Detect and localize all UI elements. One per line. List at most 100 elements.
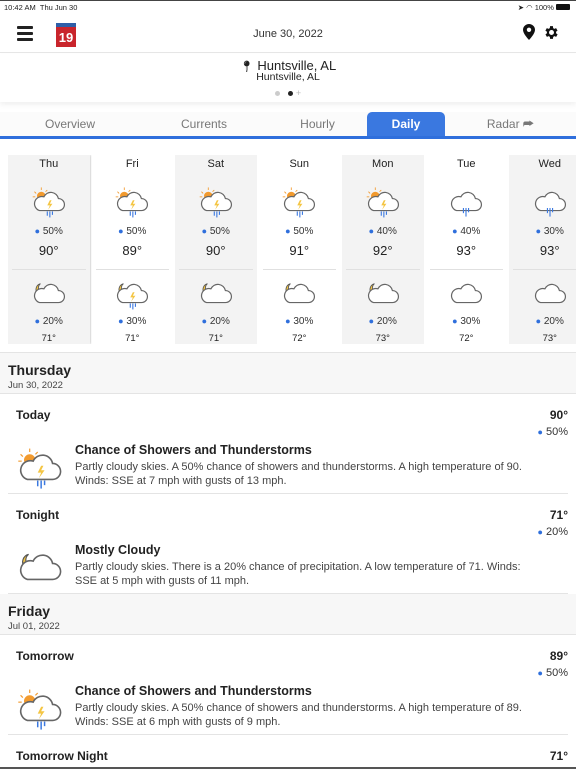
day-precip-value: 30% <box>543 226 564 237</box>
day-column-wed[interactable]: Wed ● 30% 93° ● 20% 73° <box>509 155 576 344</box>
low-temp: 73° <box>375 333 390 344</box>
divider <box>95 269 169 270</box>
cloud-icon <box>534 283 566 304</box>
raindrop-icon: ● <box>537 668 543 678</box>
day-precip-value: 40% <box>460 226 481 237</box>
period-description: Partly cloudy skies. A 50% chance of sho… <box>75 461 522 487</box>
night-precip-value: 20% <box>42 316 63 327</box>
sun-cloud-storm-icon <box>32 187 65 218</box>
location-pin-icon[interactable] <box>523 24 535 40</box>
location-pin-small-icon: 📍︎ <box>239 61 254 73</box>
day-precip-value: 50% <box>293 226 314 237</box>
period-headline: Chance of Showers and Thunderstorms <box>75 684 312 698</box>
day-title: Friday <box>8 603 51 619</box>
period-precip: ● 20% <box>537 526 568 538</box>
divider <box>262 269 336 270</box>
period-name: Today <box>16 408 51 422</box>
tab-overview[interactable]: Overview <box>0 112 140 136</box>
period-row[interactable]: Today 90° ● 50% Chance of Showers and Th… <box>8 394 568 494</box>
moon-cloud-icon <box>200 283 232 304</box>
day-precip: ● 30% <box>509 226 576 237</box>
day-column-tue[interactable]: Tue ● 40% 93° ● 30% 72° <box>425 155 508 344</box>
day-name: Wed <box>538 158 561 170</box>
day-precip-value: 40% <box>376 226 397 237</box>
day-name: Sat <box>207 158 224 170</box>
sun-cloud-storm-icon <box>18 448 62 489</box>
period-name: Tomorrow <box>16 649 74 663</box>
raindrop-icon: ● <box>201 316 208 326</box>
day-precip-value: 50% <box>209 226 230 237</box>
low-temp: 71° <box>125 333 140 344</box>
sun-cloud-storm-icon <box>199 187 232 218</box>
settings-gear-icon[interactable] <box>543 24 560 41</box>
period-row[interactable]: Tomorrow Night 71° <box>8 735 568 767</box>
night-precip: ● 20% <box>8 316 90 327</box>
period-headline: Mostly Cloudy <box>75 543 161 557</box>
raindrop-icon: ● <box>118 316 124 326</box>
moon-cloud-storm-icon <box>117 283 149 310</box>
day-column-mon[interactable]: Mon ● 40% 92° ● 20% 73° <box>342 155 424 344</box>
moon-cloud-icon <box>33 283 65 304</box>
wifi-icon: ➤ ◠ <box>517 3 533 12</box>
low-temp: 71° <box>41 333 56 344</box>
tab-radar[interactable]: Radar ⮫ <box>445 112 576 136</box>
tab-hourly[interactable]: Hourly <box>268 112 367 136</box>
raindrop-icon: ● <box>34 226 41 236</box>
period-row[interactable]: Tomorrow 89° ● 50% Chance of Showers and… <box>8 635 568 735</box>
high-temp: 93° <box>456 243 477 258</box>
daily-forecast-strip[interactable]: Thu ● 50% 90° ● 20% 71° Fri ● 50% 89° ● 3… <box>8 155 576 344</box>
day-precip: ● 50% <box>8 226 90 237</box>
add-location-icon[interactable]: + <box>296 88 301 98</box>
battery-icon <box>556 4 570 10</box>
night-precip-value: 20% <box>376 316 397 327</box>
night-precip: ● 30% <box>426 316 508 327</box>
tab-currents[interactable]: Currents <box>140 112 268 136</box>
status-bar: 10:42 AM Thu Jun 30 ➤ ◠ 100% <box>0 0 576 12</box>
day-date: Jun 30, 2022 <box>8 380 63 391</box>
high-temp: 92° <box>372 243 393 258</box>
page-dot-active[interactable] <box>287 90 293 96</box>
tab-bar: Overview Currents Hourly Daily Radar ⮫ <box>0 112 576 139</box>
tab-daily[interactable]: Daily <box>367 112 445 136</box>
day-date: Jul 01, 2022 <box>8 621 60 632</box>
high-temp: 93° <box>539 243 560 258</box>
night-precip: ● 30% <box>92 316 174 327</box>
period-name: Tomorrow Night <box>16 749 108 763</box>
tab-radar-label: Radar <box>486 117 520 131</box>
low-temp: 72° <box>292 333 307 344</box>
day-column-fri[interactable]: Fri ● 50% 89° ● 30% 71° <box>91 155 174 344</box>
page-indicator[interactable]: + <box>0 88 576 98</box>
high-temp: 90° <box>205 243 226 258</box>
header-date: June 30, 2022 <box>253 28 323 40</box>
day-precip-value: 50% <box>126 226 147 237</box>
location-subtitle: Huntsville, AL <box>256 71 320 83</box>
day-precip: ● 40% <box>426 226 508 237</box>
raindrop-icon: ● <box>368 316 375 326</box>
status-date: Thu Jun 30 <box>39 3 78 12</box>
period-row[interactable]: Tonight 71° ● 20% Mostly Cloudy Partly c… <box>8 494 568 594</box>
period-headline: Chance of Showers and Thunderstorms <box>75 443 312 457</box>
period-precip: ● 50% <box>537 667 568 679</box>
cloud-icon <box>451 283 483 304</box>
divider <box>12 269 86 270</box>
day-name: Fri <box>125 158 139 170</box>
low-temp: 71° <box>208 333 223 344</box>
page-dot[interactable] <box>274 90 280 96</box>
day-name: Sun <box>289 158 310 170</box>
day-column-thu[interactable]: Thu ● 50% 90° ● 20% 71° <box>8 155 90 344</box>
daily-detail-list[interactable]: Thursday Jun 30, 2022 Today 90° ● 50% Cha… <box>0 352 576 769</box>
period-temp: 71° <box>549 508 568 522</box>
raindrop-icon: ● <box>285 316 291 326</box>
day-precip: ● 50% <box>92 226 174 237</box>
raindrop-icon: ● <box>285 226 291 236</box>
raindrop-icon: ● <box>535 316 542 326</box>
period-precip-value: 50% <box>545 667 568 679</box>
low-temp: 73° <box>542 333 557 344</box>
high-temp: 90° <box>38 243 59 258</box>
period-temp: 90° <box>549 408 568 422</box>
high-temp: 91° <box>289 243 310 258</box>
cloud-rain-icon <box>451 191 483 217</box>
status-time: 10:42 AM <box>4 3 36 12</box>
day-column-sat[interactable]: Sat ● 50% 90° ● 20% 71° <box>175 155 257 344</box>
day-column-sun[interactable]: Sun ● 50% 91° ● 30% 72° <box>258 155 340 344</box>
